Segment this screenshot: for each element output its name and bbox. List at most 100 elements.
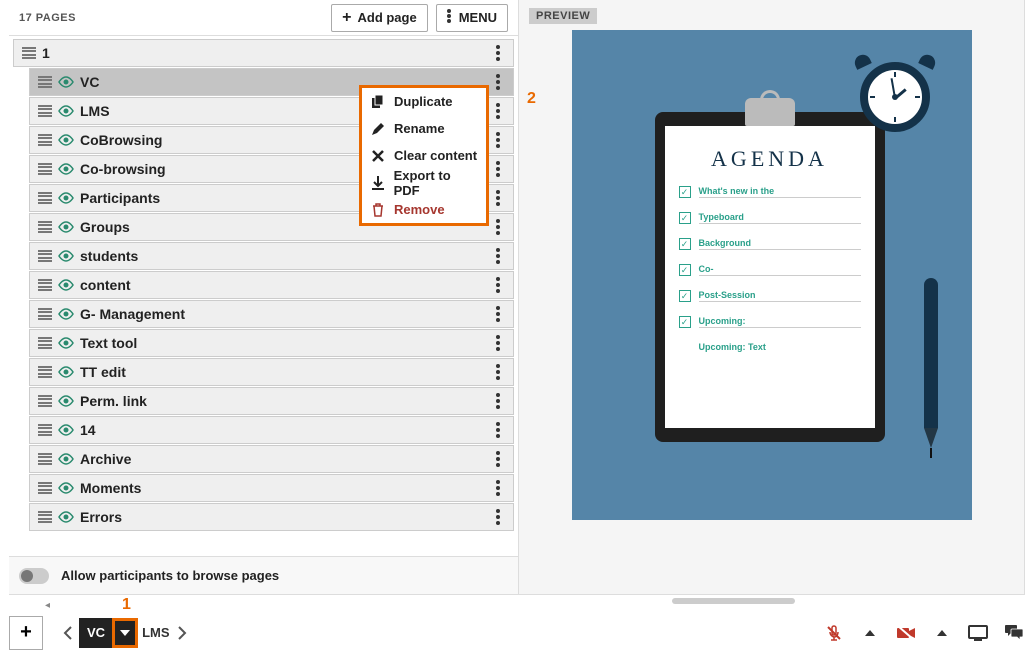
page-row[interactable]: content xyxy=(29,271,514,299)
visibility-eye-icon[interactable] xyxy=(58,480,74,496)
page-row[interactable]: Archive xyxy=(29,445,514,473)
page-row[interactable]: 14 xyxy=(29,416,514,444)
page-row[interactable]: 1 xyxy=(13,39,514,67)
bottom-toolbar: + VC LMS xyxy=(9,614,1025,651)
menu-button[interactable]: MENU xyxy=(436,4,508,32)
mic-menu-chevron-icon[interactable] xyxy=(859,622,881,644)
drag-handle-icon[interactable] xyxy=(38,249,52,263)
checkmark-icon xyxy=(679,316,691,328)
drag-handle-icon[interactable] xyxy=(38,452,52,466)
toggle-knob xyxy=(21,570,33,582)
agenda-item: What's new in the xyxy=(679,186,861,198)
visibility-eye-icon[interactable] xyxy=(58,248,74,264)
visibility-eye-icon[interactable] xyxy=(58,161,74,177)
visibility-eye-icon[interactable] xyxy=(58,422,74,438)
chat-icon[interactable] xyxy=(1003,622,1025,644)
drag-handle-icon[interactable] xyxy=(38,365,52,379)
visibility-eye-icon[interactable] xyxy=(58,509,74,525)
mic-muted-icon[interactable] xyxy=(823,622,845,644)
current-page-tab[interactable]: VC xyxy=(79,618,113,648)
row-menu-button[interactable] xyxy=(491,362,505,382)
row-menu-button[interactable] xyxy=(491,449,505,469)
row-menu-button[interactable] xyxy=(491,101,505,121)
visibility-eye-icon[interactable] xyxy=(58,393,74,409)
page-dropdown-button[interactable] xyxy=(112,618,138,648)
row-menu-button[interactable] xyxy=(491,217,505,237)
row-menu-button[interactable] xyxy=(491,130,505,150)
row-menu-button[interactable] xyxy=(491,333,505,353)
drag-handle-icon[interactable] xyxy=(38,278,52,292)
row-menu-button[interactable] xyxy=(491,72,505,92)
pen-icon xyxy=(924,278,938,458)
drag-handle-icon[interactable] xyxy=(38,481,52,495)
drag-handle-icon[interactable] xyxy=(38,162,52,176)
page-label: TT edit xyxy=(80,364,126,380)
agenda-item: Co- xyxy=(679,264,861,276)
page-row[interactable]: TT edit xyxy=(29,358,514,386)
row-menu-button[interactable] xyxy=(491,43,505,63)
row-menu-button[interactable] xyxy=(491,188,505,208)
page-row[interactable]: Perm. link xyxy=(29,387,514,415)
visibility-eye-icon[interactable] xyxy=(58,132,74,148)
drag-handle-icon[interactable] xyxy=(38,191,52,205)
visibility-eye-icon[interactable] xyxy=(58,219,74,235)
row-menu-button[interactable] xyxy=(491,507,505,527)
row-menu-button[interactable] xyxy=(491,275,505,295)
drag-handle-icon[interactable] xyxy=(38,133,52,147)
drag-handle-icon[interactable] xyxy=(22,46,36,60)
visibility-eye-icon[interactable] xyxy=(58,451,74,467)
page-row[interactable]: Errors xyxy=(29,503,514,531)
scrollbar-thumb[interactable] xyxy=(672,598,795,604)
add-button[interactable]: + xyxy=(9,616,43,650)
pencil-icon xyxy=(370,121,386,137)
row-menu-button[interactable] xyxy=(491,159,505,179)
context-remove[interactable]: Remove xyxy=(362,196,486,223)
agenda-text: Post-Session xyxy=(699,290,861,302)
drag-handle-icon[interactable] xyxy=(38,336,52,350)
row-menu-button[interactable] xyxy=(491,391,505,411)
row-menu-button[interactable] xyxy=(491,304,505,324)
agenda-text: Upcoming: Text xyxy=(699,342,861,353)
trash-icon xyxy=(370,202,386,218)
context-clear[interactable]: Clear content xyxy=(362,142,486,169)
page-row[interactable]: Moments xyxy=(29,474,514,502)
next-page-button[interactable] xyxy=(171,619,193,647)
visibility-eye-icon[interactable] xyxy=(58,190,74,206)
page-label: 14 xyxy=(80,422,96,438)
visibility-eye-icon[interactable] xyxy=(58,74,74,90)
page-row[interactable]: G- Management xyxy=(29,300,514,328)
scroll-arrow-left-icon[interactable]: ◂ xyxy=(45,600,50,611)
add-page-button[interactable]: + Add page xyxy=(331,4,428,32)
camera-off-icon[interactable] xyxy=(895,622,917,644)
context-export-pdf[interactable]: Export to PDF xyxy=(362,169,486,196)
drag-handle-icon[interactable] xyxy=(38,220,52,234)
drag-handle-icon[interactable] xyxy=(38,394,52,408)
visibility-eye-icon[interactable] xyxy=(58,364,74,380)
drag-handle-icon[interactable] xyxy=(38,307,52,321)
drag-handle-icon[interactable] xyxy=(38,104,52,118)
visibility-eye-icon[interactable] xyxy=(58,335,74,351)
camera-menu-chevron-icon[interactable] xyxy=(931,622,953,644)
visibility-eye-icon[interactable] xyxy=(58,277,74,293)
horizontal-scrollbar[interactable]: ◂ xyxy=(45,598,1028,608)
context-rename[interactable]: Rename xyxy=(362,115,486,142)
context-duplicate[interactable]: Duplicate xyxy=(362,88,486,115)
row-menu-button[interactable] xyxy=(491,420,505,440)
menu-label: MENU xyxy=(459,10,497,25)
drag-handle-icon[interactable] xyxy=(38,75,52,89)
visibility-eye-icon[interactable] xyxy=(58,103,74,119)
drag-handle-icon[interactable] xyxy=(38,423,52,437)
page-row[interactable]: Text tool xyxy=(29,329,514,357)
row-menu-button[interactable] xyxy=(491,478,505,498)
add-page-label: Add page xyxy=(357,10,416,25)
row-menu-button[interactable] xyxy=(491,246,505,266)
screen-share-icon[interactable] xyxy=(967,622,989,644)
prev-page-button[interactable] xyxy=(57,619,79,647)
allow-browse-toggle[interactable] xyxy=(19,568,49,584)
alarm-clock-icon xyxy=(850,50,940,140)
drag-handle-icon[interactable] xyxy=(38,510,52,524)
x-icon xyxy=(370,148,386,164)
allow-browse-row: Allow participants to browse pages xyxy=(9,556,518,594)
page-row[interactable]: students xyxy=(29,242,514,270)
visibility-eye-icon[interactable] xyxy=(58,306,74,322)
